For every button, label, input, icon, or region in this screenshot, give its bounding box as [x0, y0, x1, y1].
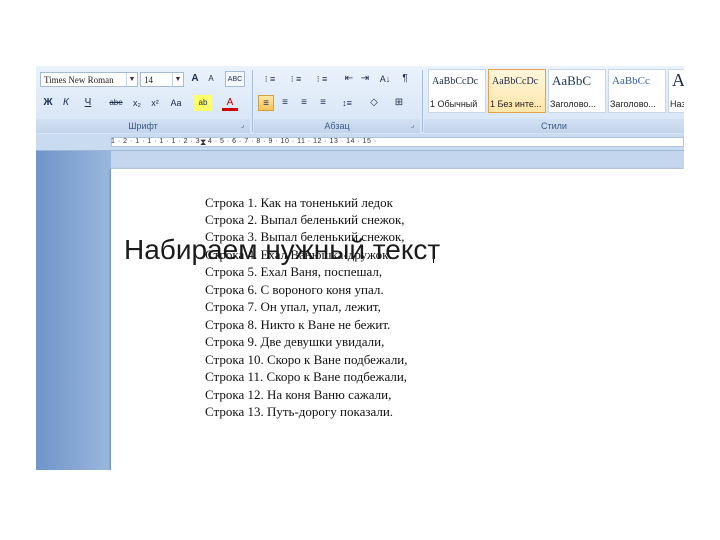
sort-button[interactable]: A↓: [376, 71, 394, 87]
decrease-indent-button[interactable]: ⇤: [342, 71, 356, 87]
document-line[interactable]: Строка 2. Выпал беленький снежок,: [205, 212, 405, 228]
chevron-down-icon[interactable]: ▼: [126, 73, 137, 86]
style-sample: AaBbCc: [612, 75, 650, 87]
style-name: Заголово...: [610, 99, 656, 109]
align-right-button[interactable]: ≡: [296, 95, 312, 111]
group-separator: [252, 70, 253, 132]
document-line[interactable]: Строка 9. Две девушки увидали,: [205, 334, 384, 350]
style-no-spacing[interactable]: AaBbCcDc 1 Без инте...: [488, 69, 546, 113]
document-line[interactable]: Строка 5. Ехал Ваня, поспешал,: [205, 264, 382, 280]
style-name: 1 Без инте...: [490, 99, 542, 109]
document-line[interactable]: Строка 11. Скоро к Ване подбежали,: [205, 369, 407, 385]
style-heading-2[interactable]: AaBbCc Заголово...: [608, 69, 666, 113]
document-area: Строка 1. Как на тоненький ледок Строка …: [36, 151, 684, 470]
grow-font-button[interactable]: A: [188, 71, 202, 87]
font-size-combo[interactable]: 14 ▼: [140, 72, 184, 87]
word-window: Times New Roman ▼ 14 ▼ A A ABC Ж К Ч abe…: [36, 66, 684, 470]
left-margin-panel: [36, 151, 111, 470]
show-marks-button[interactable]: ¶: [398, 71, 412, 87]
style-sample: A: [672, 70, 684, 90]
subscript-button[interactable]: x₂: [129, 95, 145, 111]
justify-button[interactable]: ≡: [315, 95, 331, 111]
bold-button[interactable]: Ж: [41, 95, 55, 111]
align-center-button[interactable]: ≡: [277, 95, 293, 111]
font-size-value: 14: [144, 75, 153, 85]
shrink-font-button[interactable]: A: [204, 71, 218, 87]
align-left-button[interactable]: ≡: [258, 95, 274, 111]
document-line[interactable]: Строка 13. Путь-дорогу показали.: [205, 404, 393, 420]
document-line[interactable]: Строка 12. На коня Ваню сажали,: [205, 387, 391, 403]
change-case-button[interactable]: Aa: [166, 95, 186, 111]
style-heading-1[interactable]: AaBbC Заголово...: [548, 69, 606, 113]
ribbon: Times New Roman ▼ 14 ▼ A A ABC Ж К Ч abe…: [36, 66, 684, 135]
font-group-label: Шрифт: [36, 119, 250, 133]
slide-title: Набираем нужный текст: [124, 234, 441, 265]
chevron-down-icon[interactable]: ▼: [172, 73, 183, 86]
increase-indent-button[interactable]: ⇥: [358, 71, 372, 87]
font-name-combo[interactable]: Times New Roman ▼: [40, 72, 138, 87]
borders-button[interactable]: ⊞: [388, 95, 410, 111]
strikethrough-button[interactable]: abe: [106, 95, 126, 111]
style-sample: AaBbCcDc: [432, 76, 479, 87]
font-name-value: Times New Roman: [44, 75, 114, 85]
style-sample: AaBbC: [552, 73, 591, 88]
horizontal-ruler[interactable]: 1 · 2 · 1 · 1 · 1 · 1 · 2 · 3 · 4 · 5 · …: [36, 134, 684, 151]
style-normal[interactable]: AaBbCcDc 1 Обычный: [428, 69, 486, 113]
group-separator: [422, 70, 423, 132]
bullets-button[interactable]: ⁝ ≡: [258, 71, 282, 87]
font-color-button[interactable]: A: [222, 95, 238, 111]
style-name: Наз: [670, 99, 684, 109]
paragraph-group-label: Абзац: [254, 119, 420, 133]
numbering-button[interactable]: ⁝ ≡: [284, 71, 308, 87]
multilevel-list-button[interactable]: ⁝ ≡: [310, 71, 334, 87]
document-line[interactable]: Строка 7. Он упал, упал, лежит,: [205, 299, 381, 315]
style-sample: AaBbCcDc: [492, 76, 539, 87]
document-line[interactable]: Строка 10. Скоро к Ване подбежали,: [205, 352, 408, 368]
line-spacing-button[interactable]: ↕≡: [336, 95, 358, 111]
document-line[interactable]: Строка 8. Никто к Ване не бежит.: [205, 317, 390, 333]
superscript-button[interactable]: x²: [147, 95, 163, 111]
dialog-launcher-icon[interactable]: ⌟: [238, 121, 247, 130]
document-page[interactable]: Строка 1. Как на тоненький ледок Строка …: [111, 169, 684, 470]
style-title[interactable]: A Наз: [668, 69, 684, 113]
shading-button[interactable]: ◇: [364, 95, 384, 111]
underline-button[interactable]: Ч: [78, 95, 98, 111]
document-line[interactable]: Строка 1. Как на тоненький ледок: [205, 195, 393, 211]
indent-marker-icon[interactable]: ⧗: [200, 136, 208, 148]
highlight-button[interactable]: ab: [194, 95, 212, 111]
style-name: Заголово...: [550, 99, 596, 109]
ruler-numbers: 1 · 2 · 1 · 1 · 1 · 1 · 2 · 3 · 4 · 5 · …: [111, 138, 377, 145]
style-name: 1 Обычный: [430, 99, 478, 109]
italic-button[interactable]: К: [59, 95, 73, 111]
styles-group-label: Стили: [424, 119, 684, 133]
document-line[interactable]: Строка 6. С вороного коня упал.: [205, 282, 384, 298]
clear-format-button[interactable]: ABC: [225, 71, 245, 87]
dialog-launcher-icon[interactable]: ⌟: [408, 121, 417, 130]
